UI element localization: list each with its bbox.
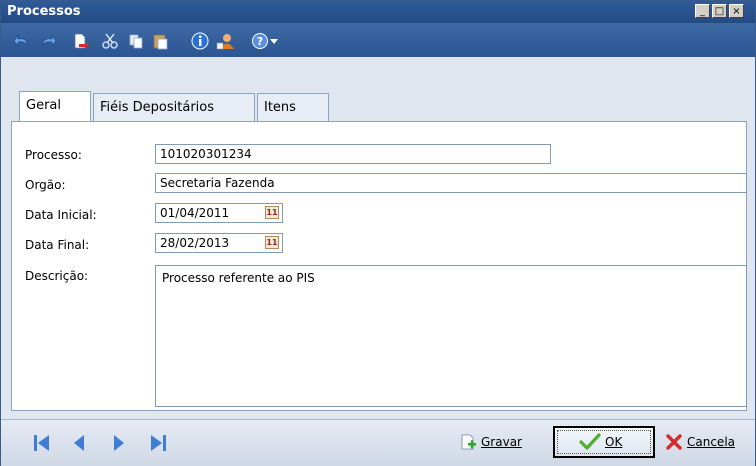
data-final-label: Data Final: [25,238,90,252]
previous-record-icon[interactable] [69,432,91,454]
data-final-field[interactable]: 28/02/2013 [155,233,283,253]
tab-label: Geral [26,98,61,113]
checkmark-icon [579,433,601,450]
descricao-textarea[interactable]: Processo referente ao PIS [155,265,747,407]
tab-label: Fiéis Depositários [100,100,215,115]
descricao-label: Descrição: [25,269,89,283]
copy-icon[interactable] [127,32,145,50]
save-icon [461,434,476,450]
svg-text:?: ? [257,35,263,48]
calendar-icon[interactable]: 11 [265,206,279,219]
new-document-icon[interactable] [71,32,89,50]
tab-label: Itens [264,100,296,115]
redo-icon[interactable] [39,32,57,50]
chevron-down-icon[interactable] [269,32,279,50]
data-inicial-field[interactable]: 01/04/2011 [155,203,283,223]
next-record-icon[interactable] [107,432,129,454]
cancela-label: Cancela [687,435,736,449]
last-record-icon[interactable] [147,432,169,454]
user-icon[interactable] [215,32,237,50]
processo-label: Processo: [25,148,82,162]
minimize-button[interactable]: _ [695,4,710,18]
close-button[interactable]: × [729,4,744,18]
data-final-value: 28/02/2013 [160,236,230,250]
bottom-bar: Gravar OK Cancela [1,419,755,466]
title-bar: Processos _ □ × [1,1,755,23]
toolbar: ? [1,23,755,57]
maximize-button[interactable]: □ [712,4,727,18]
processo-field[interactable]: 101020301234 [155,144,551,164]
tab-fieis-depositarios[interactable]: Fiéis Depositários [93,93,255,121]
info-icon[interactable] [191,32,209,50]
tab-itens[interactable]: Itens [257,93,329,121]
help-icon[interactable]: ? [251,32,269,50]
calendar-icon[interactable]: 11 [265,236,279,249]
ok-label: OK [605,435,623,449]
tab-geral[interactable]: Geral [19,91,91,121]
paste-icon[interactable] [151,32,169,50]
gravar-label: Gravar [481,435,522,449]
orgao-field[interactable]: Secretaria Fazenda [155,173,747,193]
cut-icon[interactable] [101,32,119,50]
gravar-button[interactable]: Gravar [455,426,547,458]
data-inicial-label: Data Inicial: [25,208,97,222]
cancel-x-icon [666,434,682,450]
data-inicial-value: 01/04/2011 [160,206,230,220]
window-title: Processos [7,4,81,19]
processos-window: Processos _ □ × ? Geral Fiéis Depositári… [0,0,756,466]
first-record-icon[interactable] [31,432,53,454]
ok-button[interactable]: OK [553,426,655,458]
orgao-label: Orgão: [25,178,66,192]
cancela-button[interactable]: Cancela [661,426,753,458]
undo-icon[interactable] [13,32,31,50]
